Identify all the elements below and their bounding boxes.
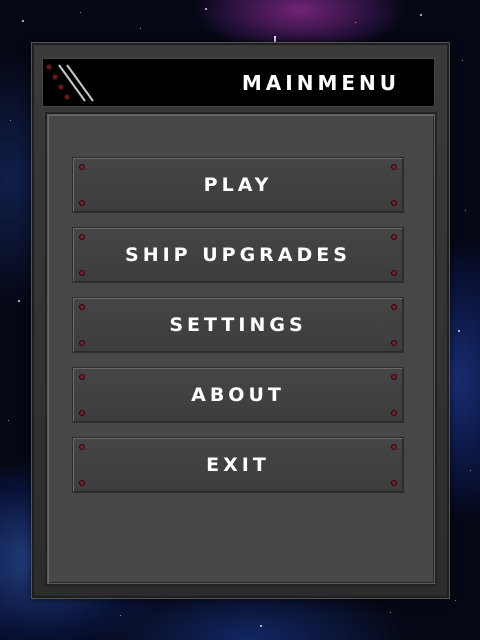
star xyxy=(120,615,121,616)
rivet xyxy=(392,445,396,449)
star xyxy=(18,300,20,302)
star xyxy=(462,60,463,61)
exit-button-label: EXIT xyxy=(206,454,270,476)
about-button[interactable]: ABOUT xyxy=(73,368,403,422)
rivet xyxy=(392,305,396,309)
exit-button[interactable]: EXIT xyxy=(73,438,403,492)
rivet xyxy=(392,481,396,485)
star xyxy=(465,210,466,211)
rivet xyxy=(392,271,396,275)
star xyxy=(140,28,141,29)
ship-upgrades-button-label: SHIP UPGRADES xyxy=(125,244,351,266)
rivet xyxy=(80,235,84,239)
play-button[interactable]: PLAY xyxy=(73,158,403,212)
rivet xyxy=(392,201,396,205)
star xyxy=(470,470,471,471)
rivet xyxy=(392,165,396,169)
rivet xyxy=(80,411,84,415)
rivet xyxy=(392,411,396,415)
ship-upgrades-button[interactable]: SHIP UPGRADES xyxy=(73,228,403,282)
star xyxy=(455,600,456,601)
rivet xyxy=(392,235,396,239)
star xyxy=(8,420,9,421)
star xyxy=(80,12,81,13)
header-rivet xyxy=(65,95,69,99)
star xyxy=(355,22,356,23)
rivet xyxy=(392,341,396,345)
settings-button[interactable]: SETTINGS xyxy=(73,298,403,352)
star xyxy=(22,20,24,22)
star xyxy=(458,330,460,332)
rivet xyxy=(80,445,84,449)
header-rivet xyxy=(47,65,51,69)
star xyxy=(390,612,391,613)
star xyxy=(205,8,207,10)
header-stripes-decoration xyxy=(58,64,94,102)
about-button-label: ABOUT xyxy=(191,384,285,406)
star xyxy=(10,120,11,121)
settings-button-label: SETTINGS xyxy=(169,314,307,336)
rivet xyxy=(80,305,84,309)
rivet xyxy=(80,271,84,275)
star xyxy=(260,625,262,627)
rivet xyxy=(392,375,396,379)
rivet xyxy=(80,201,84,205)
rivet xyxy=(80,375,84,379)
rivet xyxy=(80,481,84,485)
star xyxy=(420,14,422,16)
menu-header: MAINMENU xyxy=(42,58,435,107)
header-rivet xyxy=(53,75,57,79)
play-button-label: PLAY xyxy=(203,174,273,196)
header-rivet xyxy=(59,85,63,89)
rivet xyxy=(80,341,84,345)
menu-title: MAINMENU xyxy=(241,71,400,95)
rivet xyxy=(80,165,84,169)
